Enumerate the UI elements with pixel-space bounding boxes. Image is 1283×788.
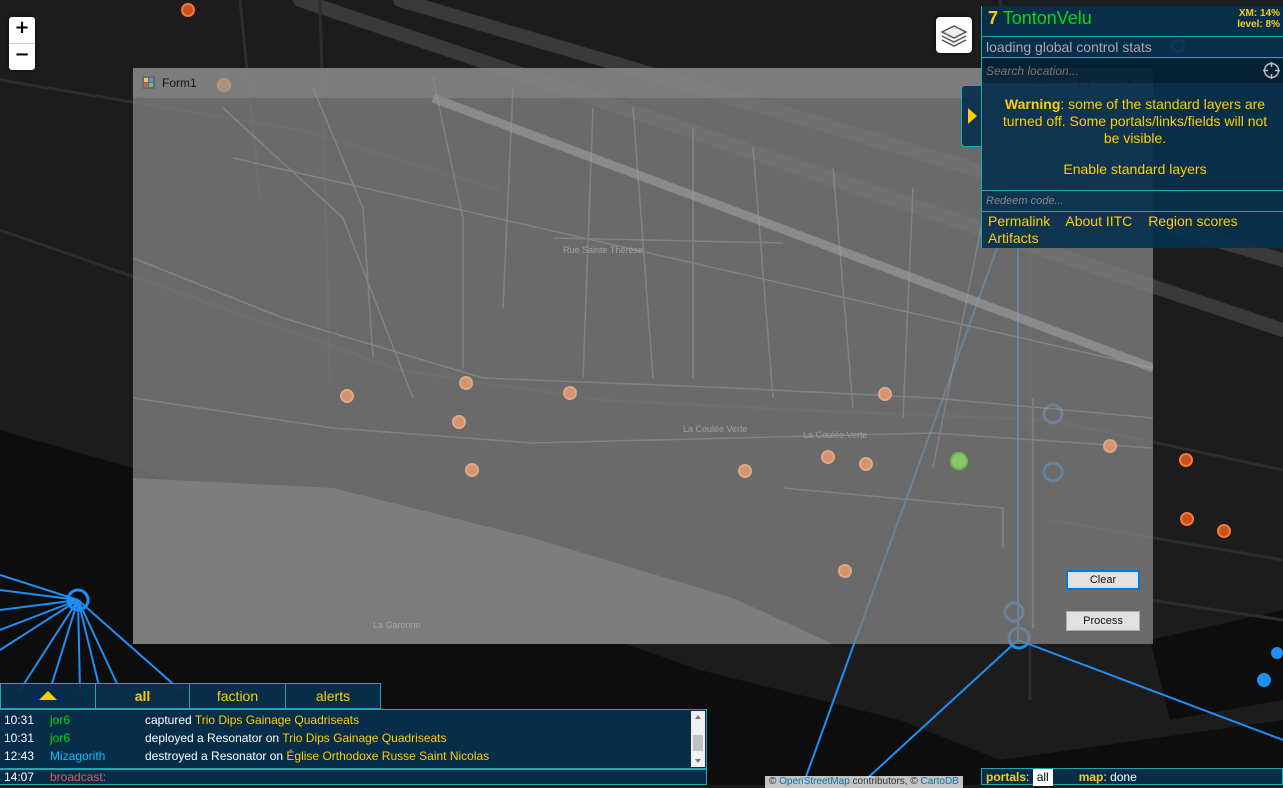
message-text: deployed a Resonator on [145, 731, 283, 745]
player-level: 7 [988, 8, 999, 28]
clear-button[interactable]: Clear [1066, 570, 1140, 590]
street-label-sainte-therese: Rue Sainte Thérèse [563, 245, 643, 255]
message-nick[interactable]: Mizagorith [50, 747, 145, 765]
chat-message: 10:31 jor6 deployed a Resonator on Trio Di… [4, 729, 447, 747]
xm-value: XM: 14% [1238, 8, 1280, 19]
form-app-icon [142, 76, 155, 89]
portals-label: portals [986, 770, 1027, 784]
xm-stats: XM: 14% level: 8% [1237, 8, 1280, 30]
zoom-out-button[interactable]: − [9, 44, 35, 70]
level-progress: level: 8% [1237, 19, 1280, 30]
region-scores-link[interactable]: Region scores [1148, 213, 1238, 229]
tab-all[interactable]: all [95, 683, 190, 709]
tab-faction[interactable]: faction [189, 683, 286, 709]
cartodb-link[interactable]: CartoDB [921, 776, 959, 787]
map-attribution: © OpenStreetMap contributors, © CartoDB [765, 776, 963, 788]
street-label-garonne-1: La Garonne [373, 620, 421, 630]
portals-filter[interactable]: all [1032, 769, 1053, 786]
zoom-control: + − [9, 17, 35, 70]
chat-expand-button[interactable] [0, 683, 96, 709]
permalink-link[interactable]: Permalink [988, 213, 1050, 229]
street-label-coulee-verte-2: La Coulée Verte [803, 430, 868, 440]
warning-label: Warning [1004, 96, 1061, 112]
toolbox: Permalink About IITC Region scores Artif… [988, 213, 1278, 247]
input-time: 14:07 [4, 770, 35, 784]
message-portal[interactable]: Trio Dips Gainage Quadriseats [282, 731, 446, 745]
process-button[interactable]: Process [1066, 611, 1140, 631]
message-portal[interactable]: Trio Dips Gainage Quadriseats [195, 713, 359, 727]
map-status: done [1110, 770, 1137, 784]
osm-link[interactable]: OpenStreetMap [779, 776, 850, 787]
message-text: destroyed a Resonator on [145, 749, 287, 763]
message-nick[interactable]: jor6 [50, 711, 145, 729]
status-bar: portals: all map: done [981, 768, 1283, 786]
street-label-coulee-verte-1: La Coulée Verte [683, 424, 748, 434]
message-text: captured [145, 713, 195, 727]
chat-log[interactable]: 10:31 jor6 captured Trio Dips Gainage Quad… [0, 709, 707, 769]
message-time: 10:31 [4, 731, 35, 745]
player-stats: 7 TontonVelu [988, 8, 1092, 29]
locate-icon[interactable] [1263, 62, 1280, 79]
message-nick[interactable]: jor6 [50, 729, 145, 747]
broadcast-label: broadcast: [50, 770, 107, 784]
search-location-input[interactable] [982, 59, 1283, 83]
chat-message: 10:31 jor6 captured Trio Dips Gainage Quad… [4, 711, 359, 729]
artifacts-link[interactable]: Artifacts [988, 230, 1039, 246]
chat-scrollbar[interactable] [691, 711, 705, 767]
form-title: Form1 [162, 76, 197, 90]
tab-alerts[interactable]: alerts [285, 683, 381, 709]
global-control-stats: loading global control stats [982, 36, 1283, 58]
attribution-prefix: © [769, 776, 780, 787]
map-label: map [1078, 770, 1104, 784]
enable-layers-link[interactable]: Enable standard layers [994, 161, 1276, 178]
attribution-middle: contributors, © [849, 776, 921, 787]
layers-warning: Warning: some of the standard layers are… [982, 86, 1283, 178]
message-portal[interactable]: Église Orthodoxe Russe Saint Nicolas [286, 749, 489, 763]
zoom-in-button[interactable]: + [9, 17, 35, 44]
triangle-up-icon [39, 691, 57, 700]
message-time: 12:43 [4, 749, 35, 763]
about-iitc-link[interactable]: About IITC [1065, 213, 1132, 229]
player-nickname[interactable]: TontonVelu [1003, 8, 1092, 28]
message-time: 10:31 [4, 713, 35, 727]
layers-icon [940, 25, 968, 47]
chat-input[interactable]: 14:07 broadcast: [0, 769, 707, 785]
redeem-code-input[interactable]: Redeem code... [982, 190, 1283, 212]
chat-message: 12:43 Mizagorith destroyed a Resonator on … [4, 747, 489, 765]
layers-button[interactable] [936, 17, 972, 53]
sidebar: 7 TontonVelu XM: 14% level: 8% loading g… [981, 6, 1283, 248]
